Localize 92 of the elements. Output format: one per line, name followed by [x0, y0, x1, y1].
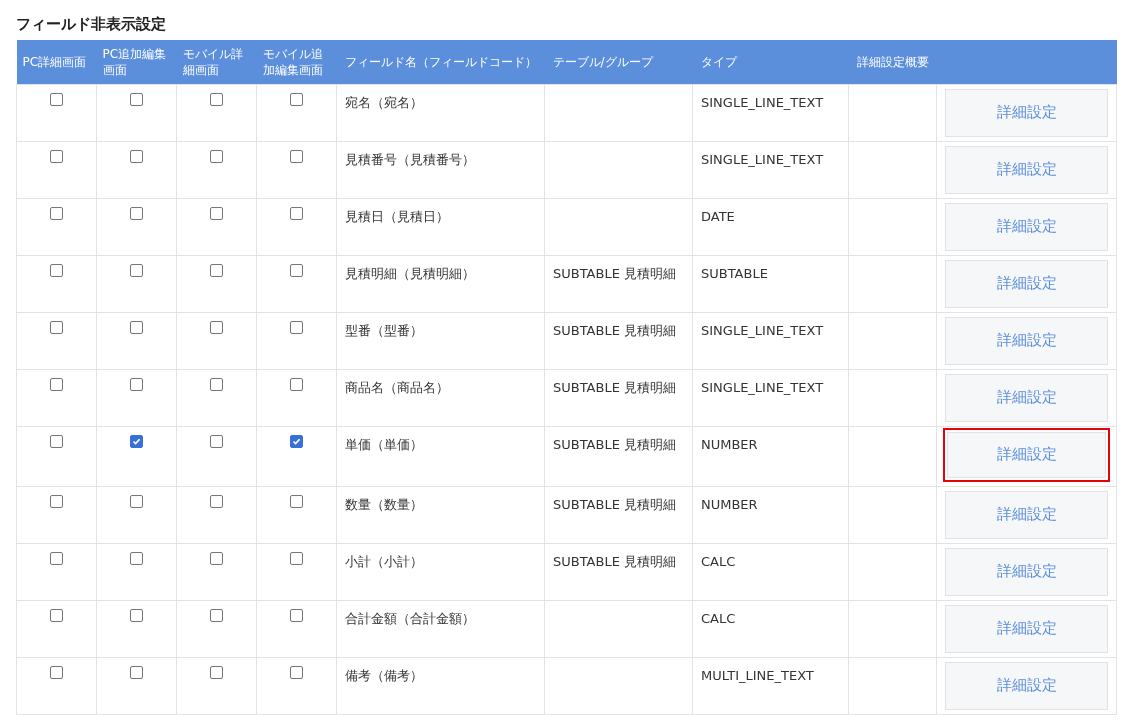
detail-settings-button[interactable]: 詳細設定	[945, 316, 1108, 365]
checkbox[interactable]	[210, 206, 223, 220]
column-header: PC追加編集画面	[96, 40, 177, 84]
type-cell: CALC	[692, 600, 849, 657]
checkbox[interactable]	[130, 149, 143, 163]
field-name-cell: 型番（型番）	[336, 312, 545, 369]
table-group-cell: SUBTABLE 見積明細	[544, 486, 693, 543]
field-name-cell: 備考（備考）	[336, 657, 545, 714]
type-cell: DATE	[692, 198, 849, 255]
checkbox[interactable]	[210, 551, 223, 565]
detail-settings-button[interactable]: 詳細設定	[945, 259, 1108, 308]
checkbox[interactable]	[50, 320, 63, 334]
checkbox[interactable]	[290, 494, 303, 508]
type-cell: MULTI_LINE_TEXT	[692, 657, 849, 714]
type-cell: SUBTABLE	[692, 255, 849, 312]
column-header: PC詳細画面	[16, 40, 97, 84]
type-cell: NUMBER	[692, 486, 849, 543]
checkbox[interactable]	[290, 92, 303, 106]
checkbox[interactable]	[210, 320, 223, 334]
field-name-cell: 単価（単価）	[336, 426, 545, 486]
field-name-cell: 見積明細（見積明細）	[336, 255, 545, 312]
table-group-cell: SUBTABLE 見積明細	[544, 369, 693, 426]
checkbox[interactable]	[210, 494, 223, 508]
checkbox[interactable]	[290, 377, 303, 391]
detail-settings-button[interactable]: 詳細設定	[945, 547, 1108, 596]
field-name-cell: 商品名（商品名）	[336, 369, 545, 426]
table-group-cell: SUBTABLE 見積明細	[544, 312, 693, 369]
table-group-cell: SUBTABLE 見積明細	[544, 543, 693, 600]
checkbox[interactable]	[50, 92, 63, 106]
detail-settings-button[interactable]: 詳細設定	[945, 145, 1108, 194]
type-cell: SINGLE_LINE_TEXT	[692, 84, 849, 141]
column-header: 詳細設定概要	[848, 40, 937, 84]
checkbox[interactable]	[50, 149, 63, 163]
checkbox[interactable]	[50, 434, 63, 448]
type-cell: SINGLE_LINE_TEXT	[692, 141, 849, 198]
checkbox[interactable]	[50, 263, 63, 277]
checkbox[interactable]	[50, 665, 63, 679]
checkbox[interactable]	[290, 608, 303, 622]
checkbox[interactable]	[290, 551, 303, 565]
checkbox[interactable]	[130, 377, 143, 391]
checkbox[interactable]	[130, 320, 143, 334]
checkbox[interactable]	[210, 92, 223, 106]
checkbox[interactable]	[210, 608, 223, 622]
column-header: モバイル追加編集画面	[256, 40, 337, 84]
checkbox[interactable]	[290, 665, 303, 679]
checkbox[interactable]	[130, 206, 143, 220]
checkbox[interactable]	[210, 149, 223, 163]
table-group-cell: SUBTABLE 見積明細	[544, 255, 693, 312]
field-name-cell: 合計金額（合計金額）	[336, 600, 545, 657]
checkbox[interactable]	[210, 263, 223, 277]
checkbox[interactable]	[130, 665, 143, 679]
section-title: フィールド非表示設定	[16, 14, 167, 34]
field-name-cell: 小計（小計）	[336, 543, 545, 600]
checkbox[interactable]	[290, 206, 303, 220]
checkbox[interactable]	[130, 608, 143, 622]
checkbox[interactable]	[290, 434, 303, 448]
detail-settings-button[interactable]: 詳細設定	[945, 202, 1108, 251]
detail-settings-button[interactable]: 詳細設定	[945, 604, 1108, 653]
type-cell: NUMBER	[692, 426, 849, 486]
checkbox[interactable]	[210, 377, 223, 391]
column-header: タイプ	[692, 40, 849, 84]
column-header: テーブル/グループ	[544, 40, 693, 84]
type-cell: SINGLE_LINE_TEXT	[692, 312, 849, 369]
column-header: モバイル詳細画面	[176, 40, 257, 84]
detail-settings-button[interactable]: 詳細設定	[943, 427, 1110, 482]
checkbox[interactable]	[130, 494, 143, 508]
checkbox[interactable]	[50, 608, 63, 622]
field-name-cell: 見積番号（見積番号）	[336, 141, 545, 198]
checkbox[interactable]	[210, 434, 223, 448]
column-header: フィールド名（フィールドコード）	[336, 40, 545, 84]
checkbox[interactable]	[290, 320, 303, 334]
detail-settings-button[interactable]: 詳細設定	[945, 88, 1108, 137]
field-name-cell: 宛名（宛名）	[336, 84, 545, 141]
checkbox[interactable]	[50, 377, 63, 391]
field-name-cell: 見積日（見積日）	[336, 198, 545, 255]
checkbox[interactable]	[130, 92, 143, 106]
type-cell: SINGLE_LINE_TEXT	[692, 369, 849, 426]
checkbox[interactable]	[130, 551, 143, 565]
checkbox[interactable]	[130, 263, 143, 277]
field-name-cell: 数量（数量）	[336, 486, 545, 543]
checkbox[interactable]	[50, 206, 63, 220]
checkbox[interactable]	[290, 149, 303, 163]
checkbox[interactable]	[210, 665, 223, 679]
checkbox[interactable]	[50, 494, 63, 508]
type-cell: CALC	[692, 543, 849, 600]
checkbox[interactable]	[130, 434, 143, 448]
checkbox[interactable]	[290, 263, 303, 277]
detail-settings-button[interactable]: 詳細設定	[945, 373, 1108, 422]
detail-settings-button[interactable]: 詳細設定	[945, 490, 1108, 539]
detail-settings-button[interactable]: 詳細設定	[945, 661, 1108, 710]
table-group-cell: SUBTABLE 見積明細	[544, 426, 693, 486]
checkbox[interactable]	[50, 551, 63, 565]
